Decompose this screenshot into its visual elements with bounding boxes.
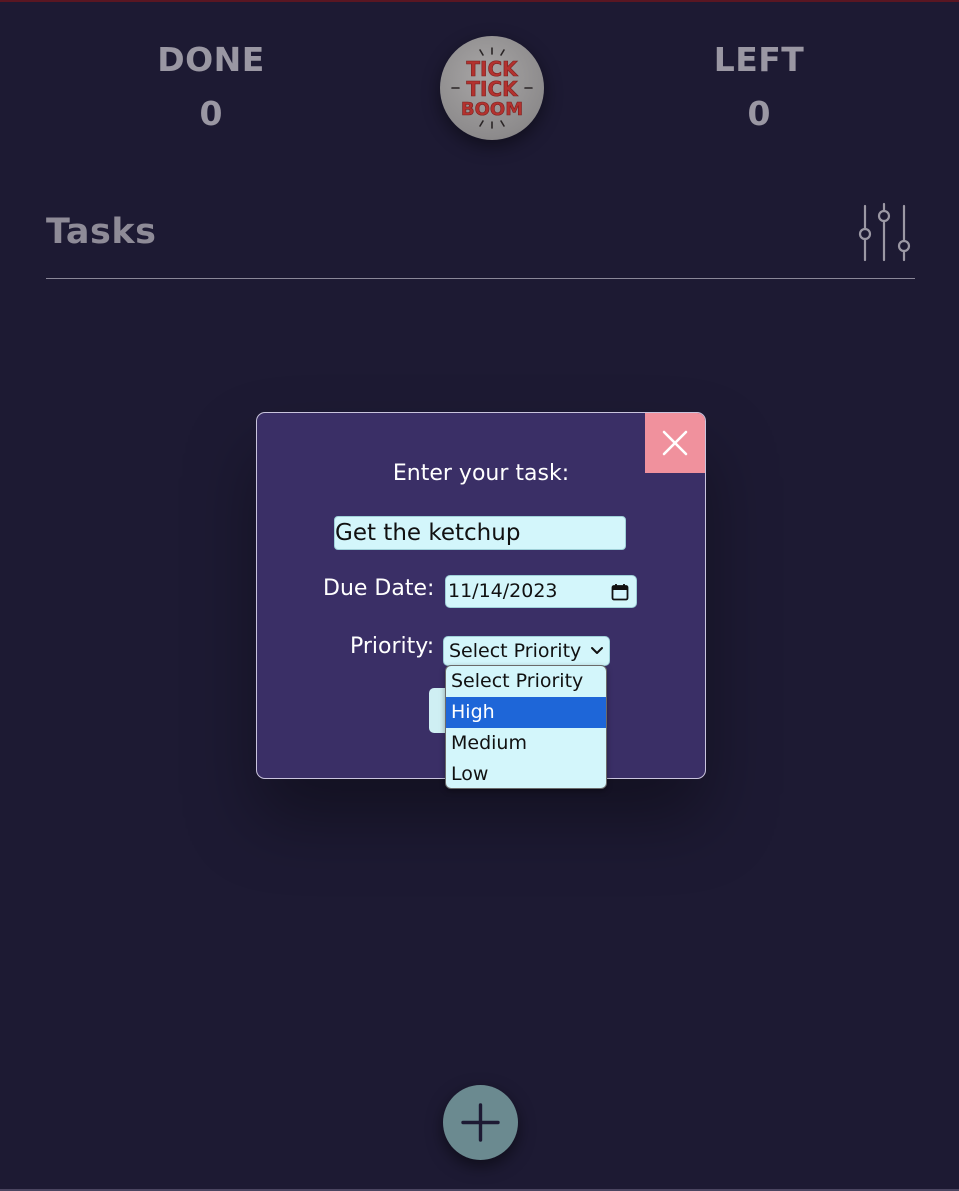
priority-dropdown-list: Select Priority High Medium Low [445, 665, 607, 789]
left-label: LEFT [713, 40, 805, 79]
filter-button[interactable] [852, 200, 916, 266]
calendar-icon[interactable] [611, 583, 629, 601]
tasks-title: Tasks [46, 212, 157, 252]
close-icon [662, 430, 688, 456]
sliders-icon [858, 202, 911, 262]
left-stat: LEFT 0 [659, 40, 859, 134]
priority-option-high[interactable]: High [446, 697, 606, 728]
due-date-input[interactable]: 11/14/2023 [445, 575, 637, 608]
logo-graphic: TICK TICK BOOM [451, 47, 533, 129]
done-count: 0 [199, 94, 223, 133]
due-date-value: 11/14/2023 [448, 580, 558, 602]
done-stat: DONE 0 [111, 40, 311, 134]
logo-line-3: BOOM [461, 99, 523, 120]
plus-icon [461, 1103, 500, 1142]
due-date-label: Due Date: [323, 576, 435, 601]
done-label: DONE [157, 40, 265, 79]
task-input[interactable] [334, 516, 626, 550]
chevron-down-icon [591, 647, 603, 654]
priority-select[interactable]: Select Priority [443, 636, 610, 666]
tick-tick-boom-logo: TICK TICK BOOM [440, 36, 544, 140]
add-task-button[interactable] [443, 1085, 518, 1160]
priority-option-select[interactable]: Select Priority [446, 666, 606, 697]
tasks-divider [46, 278, 915, 279]
priority-option-medium[interactable]: Medium [446, 728, 606, 759]
priority-label: Priority: [350, 634, 435, 659]
left-count: 0 [747, 94, 771, 133]
task-label: Enter your task: [392, 461, 570, 486]
logo-line-2: TICK [466, 77, 519, 101]
priority-option-low[interactable]: Low [446, 759, 606, 788]
priority-selected-value: Select Priority [449, 640, 582, 662]
